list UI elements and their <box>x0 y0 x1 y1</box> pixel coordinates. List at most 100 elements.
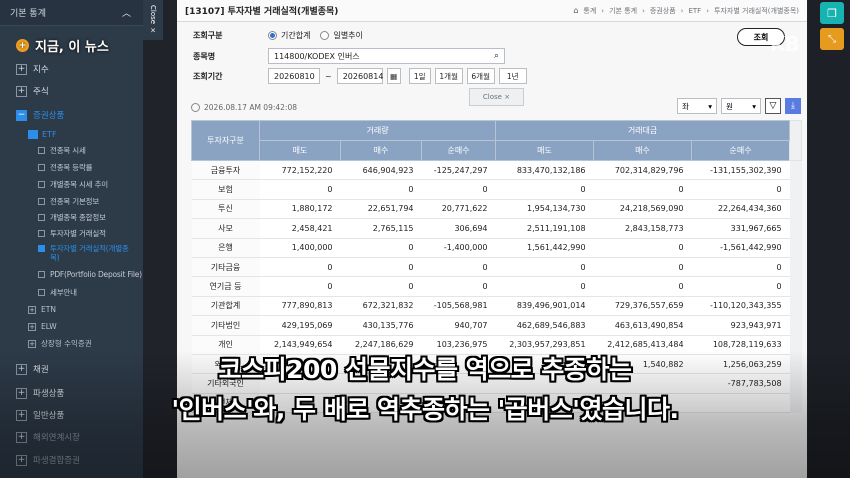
sidebar-item-dls[interactable]: + 파생결합증권 <box>0 453 143 467</box>
expand-arrow-icon[interactable]: ⤡ <box>820 28 844 50</box>
table-cell: 1,880,172 <box>259 199 341 220</box>
sidebar-leaf[interactable]: PDF(Portfolio Deposit File) <box>38 270 142 279</box>
timestamp: 2026.08.17 AM 09:42:08 <box>191 103 297 112</box>
header-net[interactable]: 순매수 <box>420 140 497 161</box>
news-tag[interactable]: + 지금, 이 뉴스 <box>16 36 109 55</box>
sidebar-item-index[interactable]: + 지수 <box>0 62 143 76</box>
table-cell: 0 <box>495 276 594 297</box>
sidebar-item-securities-products[interactable]: − 증권상품 <box>0 108 143 122</box>
breadcrumb-item[interactable]: 증권상품 <box>650 6 676 16</box>
sidebar-item-listed-beneficiary[interactable]: + 상장형 수익증권 <box>28 338 92 349</box>
table-cell: -105,568,981 <box>421 296 496 317</box>
scrollbar-track[interactable] <box>789 199 802 219</box>
period-6m-button[interactable]: 6개월 <box>466 68 495 84</box>
table-row[interactable]: 보험 0 0 0 0 0 0 <box>191 179 802 200</box>
sidebar-header[interactable]: 기본 통계 ︿ <box>0 0 143 26</box>
table-row[interactable]: 투신 1,880,172 22,651,794 20,771,622 1,954,134… <box>191 199 802 220</box>
sidebar-leaf[interactable]: 개별종목 시세 추이 <box>38 179 108 190</box>
period-1y-button[interactable]: 1년 <box>498 68 527 84</box>
radio-period-total[interactable]: 기간합계 <box>268 30 310 41</box>
caption: 코스피200 선물지수를 역으로 추종하는 '인버스'와, 두 배로 역추종하는… <box>0 350 850 430</box>
sidebar-close-tab[interactable]: Close × <box>143 0 163 40</box>
scrollbar-track[interactable] <box>789 257 802 277</box>
sidebar-leaf-active[interactable]: 투자자별 거래실적(개별종목) <box>38 244 138 262</box>
table-row[interactable]: 연기금 등000000 <box>191 276 802 297</box>
collapse-icon: − <box>16 109 27 121</box>
table-cell: -1,561,442,990 <box>691 238 790 258</box>
table-cell: 772,152,220 <box>259 160 341 181</box>
sidebar-item-label: 지수 <box>33 65 49 75</box>
breadcrumb-item[interactable]: 투자자별 거래실적(개별종목) <box>714 6 799 16</box>
table-row[interactable]: 금융투자 772,152,220 646,904,923 -125,247,297 83… <box>191 160 802 181</box>
sidebar-item-etf[interactable]: ETF <box>28 128 57 140</box>
period-1d-button[interactable]: 1일 <box>408 68 431 84</box>
header-investor[interactable]: 투자자구분 <box>191 120 260 161</box>
header-sell[interactable]: 매도 <box>259 140 341 161</box>
date-separator: ~ <box>325 71 332 81</box>
search-icon[interactable]: ⌕ <box>494 51 499 61</box>
table-cell: 839,496,901,014 <box>495 296 594 317</box>
table-row[interactable]: 기관합계 777,890,813 672,321,832 -105,568,981 83… <box>191 296 802 317</box>
close-popup-button[interactable]: Close × <box>469 88 524 106</box>
date-from-input[interactable]: 20260810 <box>268 68 320 84</box>
breadcrumb-item[interactable]: 기본 통계 <box>609 6 637 16</box>
plus-circle-icon: + <box>16 39 29 52</box>
period-1m-button[interactable]: 1개월 <box>434 68 463 84</box>
ticker-input[interactable]: 114800/KODEX 인버스 ⌕ <box>268 48 505 64</box>
scrollbar-track[interactable] <box>789 276 802 297</box>
sidebar-leaf[interactable]: 개별종목 종합정보 <box>38 212 106 223</box>
caption-line-2: '인버스'와, 두 배로 역추종하는 '곱버스'였습니다. <box>171 395 679 424</box>
table-cell: 2,843,158,773 <box>593 218 692 239</box>
scrollbar-track[interactable] <box>789 315 802 336</box>
sidebar-leaf[interactable]: 전종목 등락률 <box>38 162 93 173</box>
header-buy-value[interactable]: 매수 <box>593 140 693 161</box>
sidebar-item-stock[interactable]: + 주식 <box>0 84 143 98</box>
table-row[interactable]: 은행 1,400,000 0 -1,400,000 1,561,442,990 0 -1,5… <box>191 238 802 258</box>
page-title: [13107] 투자자별 거래실적(개별종목) <box>185 7 339 17</box>
caption-line-1: 코스피200 선물지수를 역으로 추종하는 <box>218 355 632 384</box>
unit-select[interactable]: 원 ▾ <box>721 98 761 114</box>
table-cell: 0 <box>259 257 341 278</box>
sidebar-item-overseas[interactable]: + 해외연계시장 <box>0 430 143 444</box>
radio-daily-trend[interactable]: 일별추이 <box>320 30 363 41</box>
page-icon <box>38 214 45 221</box>
page-icon <box>38 271 45 278</box>
filter-icon[interactable]: ▽ <box>765 98 781 114</box>
row-label: 기타법인 <box>191 315 260 336</box>
table-row[interactable]: 기타법인 429,195,069 430,135,776 940,707 462,689… <box>191 315 802 336</box>
header-buy[interactable]: 매수 <box>340 140 422 161</box>
table-row[interactable]: 사모 2,458,421 2,765,115 306,694 2,511,191,108… <box>191 218 802 239</box>
window-icon[interactable]: ❐ <box>820 2 844 24</box>
header-net-value[interactable]: 순매수 <box>691 140 791 161</box>
sidebar-leaf[interactable]: 세부안내 <box>38 287 77 298</box>
table-cell: -131,155,302,390 <box>691 160 790 181</box>
home-icon[interactable]: ⌂ <box>573 6 578 15</box>
table-cell: 940,707 <box>421 315 496 336</box>
download-icon[interactable]: ⤓ <box>785 98 801 114</box>
table-cell: 0 <box>259 276 341 297</box>
breadcrumb-item[interactable]: ETF <box>688 7 701 15</box>
date-to-input[interactable]: 20260814 <box>336 68 383 84</box>
page-icon <box>38 289 45 296</box>
scrollbar-track[interactable] <box>789 218 802 239</box>
scrollbar-header <box>789 120 803 161</box>
expand-icon: + <box>16 431 27 443</box>
header-sell-value[interactable]: 매도 <box>495 140 595 161</box>
scrollbar-track[interactable] <box>789 179 802 200</box>
scrollbar-track[interactable] <box>789 238 802 258</box>
sidebar-item-etn[interactable]: + ETN <box>28 305 56 314</box>
sort-select[interactable]: 좌 ▾ <box>677 98 717 114</box>
chevron-up-icon[interactable]: ︿ <box>122 6 131 19</box>
expand-icon: + <box>16 63 27 75</box>
scrollbar-track[interactable] <box>789 296 802 316</box>
sidebar-item-elw[interactable]: + ELW <box>28 322 57 331</box>
sidebar-leaf[interactable]: 전종목 기본정보 <box>38 196 99 207</box>
sidebar-leaf[interactable]: 투자자별 거래실적 <box>38 228 106 239</box>
scrollbar-track[interactable] <box>789 160 802 180</box>
breadcrumb-item[interactable]: 통계 <box>583 6 596 16</box>
period-row: 조회기간 20260810 ~ 20260814 ▦ 1일 1개월 6개월 1년 <box>193 68 527 84</box>
calendar-icon[interactable]: ▦ <box>386 68 401 84</box>
table-cell: 0 <box>593 179 692 200</box>
table-row[interactable]: 기타금융 0 0 0 0 0 0 <box>191 257 802 278</box>
sidebar-leaf[interactable]: 전종목 시세 <box>38 145 86 156</box>
